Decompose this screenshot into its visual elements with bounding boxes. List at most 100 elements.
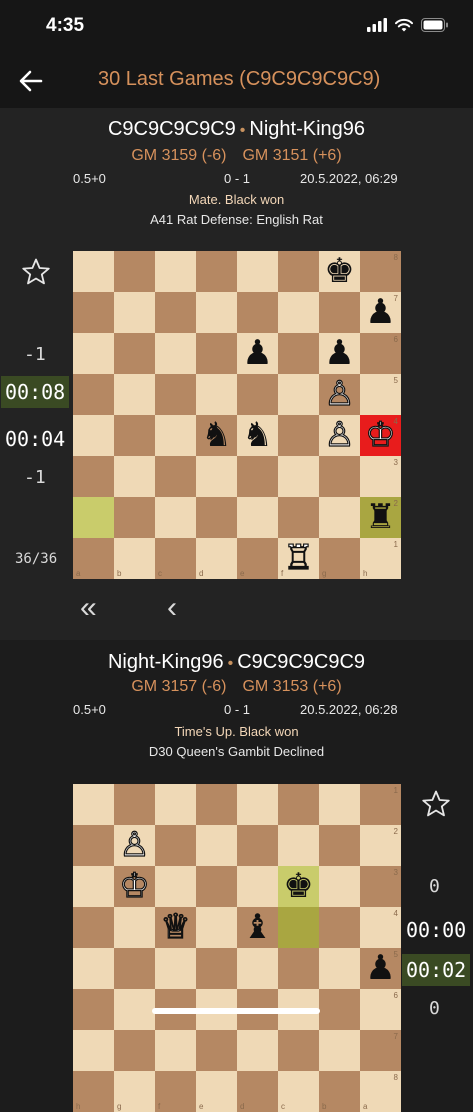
square-a1[interactable]: a <box>73 538 114 579</box>
square-g3[interactable] <box>319 456 360 497</box>
square-e8[interactable] <box>237 251 278 292</box>
chess-piece-d4[interactable]: ♞ <box>196 415 237 456</box>
previous-move-button[interactable]: ‹ <box>167 591 177 625</box>
square-g5[interactable]: ♙ <box>319 373 360 415</box>
square-a8[interactable] <box>73 251 114 292</box>
chess-board[interactable]: ♚ 8 7 ♟ ♟ ♟ 6 ♙ 5 ♞ ♞ ♙ 4 ♔ 3 2 ♜ a b c d e f ♖ g 1 h <box>73 251 401 579</box>
square-g3[interactable]: ♔ <box>114 865 155 907</box>
square-g7[interactable] <box>114 1030 155 1071</box>
square-c3[interactable] <box>155 456 196 497</box>
square-f4[interactable] <box>278 415 319 456</box>
square-h2[interactable]: 2 ♜ <box>360 497 401 538</box>
square-e4[interactable] <box>196 907 237 948</box>
square-a2[interactable]: 2 <box>360 825 401 866</box>
square-h3[interactable] <box>73 866 114 907</box>
square-h1[interactable]: 1h <box>360 538 401 579</box>
square-b4[interactable] <box>114 415 155 456</box>
square-g8[interactable]: g <box>114 1071 155 1112</box>
square-a7[interactable]: 7 <box>360 1030 401 1071</box>
chess-piece-e4[interactable]: ♞ <box>237 415 278 456</box>
square-a8[interactable]: 8a <box>360 1071 401 1112</box>
chess-piece-h2[interactable]: ♜ <box>360 497 401 538</box>
square-e6[interactable]: ♟ <box>237 333 278 374</box>
square-d5[interactable] <box>196 374 237 415</box>
square-h4[interactable] <box>73 907 114 948</box>
square-h8[interactable]: 8 <box>360 251 401 292</box>
chess-piece-h4[interactable]: ♔ <box>360 414 401 456</box>
square-f1[interactable] <box>155 784 196 825</box>
square-g8[interactable]: ♚ <box>319 251 360 292</box>
square-d4[interactable]: ♞ <box>196 415 237 456</box>
square-e5[interactable] <box>196 948 237 989</box>
square-c2[interactable] <box>155 497 196 538</box>
chess-piece-d4[interactable]: ♝ <box>237 907 278 948</box>
square-b6[interactable] <box>114 333 155 374</box>
first-move-button[interactable]: « <box>80 591 97 625</box>
square-f5[interactable] <box>278 374 319 415</box>
square-b5[interactable] <box>319 948 360 989</box>
square-g7[interactable] <box>319 292 360 333</box>
square-b2[interactable] <box>114 497 155 538</box>
square-e3[interactable] <box>196 866 237 907</box>
square-b4[interactable] <box>319 907 360 948</box>
square-c5[interactable] <box>278 948 319 989</box>
square-g2[interactable]: ♙ <box>114 824 155 866</box>
square-h6[interactable]: 6 <box>360 333 401 374</box>
square-a3[interactable] <box>73 456 114 497</box>
square-b8[interactable] <box>114 251 155 292</box>
square-g2[interactable] <box>319 497 360 538</box>
square-g1[interactable]: g <box>319 538 360 579</box>
square-d2[interactable] <box>237 825 278 866</box>
square-h5[interactable] <box>73 948 114 989</box>
square-e2[interactable] <box>196 825 237 866</box>
square-a3[interactable]: 3 <box>360 866 401 907</box>
square-e7[interactable] <box>196 1030 237 1071</box>
chess-piece-a5[interactable]: ♟ <box>360 948 401 989</box>
square-c8[interactable]: c <box>278 1071 319 1112</box>
square-f3[interactable] <box>155 866 196 907</box>
square-h4[interactable]: 4 ♔ <box>360 414 401 456</box>
square-b7[interactable] <box>114 292 155 333</box>
square-f7[interactable] <box>155 1030 196 1071</box>
square-e1[interactable]: e <box>237 538 278 579</box>
square-g4[interactable] <box>114 907 155 948</box>
square-c7[interactable] <box>155 292 196 333</box>
square-h8[interactable]: h <box>73 1071 114 1112</box>
square-f2[interactable] <box>278 497 319 538</box>
square-d6[interactable] <box>196 333 237 374</box>
chess-piece-g2[interactable]: ♙ <box>114 824 155 866</box>
square-d1[interactable]: d <box>196 538 237 579</box>
square-f6[interactable] <box>278 333 319 374</box>
square-f8[interactable]: f <box>155 1071 196 1112</box>
square-h2[interactable] <box>73 825 114 866</box>
square-d8[interactable]: d <box>237 1071 278 1112</box>
square-d8[interactable] <box>196 251 237 292</box>
square-b8[interactable]: b <box>319 1071 360 1112</box>
square-c8[interactable] <box>155 251 196 292</box>
favorite-star-icon[interactable] <box>21 257 51 287</box>
square-c4[interactable] <box>155 415 196 456</box>
square-d7[interactable] <box>196 292 237 333</box>
square-d1[interactable] <box>237 784 278 825</box>
square-a1[interactable]: 1 <box>360 784 401 825</box>
square-c1[interactable] <box>278 784 319 825</box>
chess-piece-g6[interactable]: ♟ <box>319 333 360 374</box>
square-d3[interactable] <box>196 456 237 497</box>
square-e3[interactable] <box>237 456 278 497</box>
square-b1[interactable]: b <box>114 538 155 579</box>
square-h7[interactable] <box>73 1030 114 1071</box>
square-c3[interactable]: ♚ <box>278 866 319 907</box>
square-c7[interactable] <box>278 1030 319 1071</box>
chess-piece-e6[interactable]: ♟ <box>237 333 278 374</box>
chess-piece-h7[interactable]: ♟ <box>360 292 401 333</box>
square-f1[interactable]: f ♖ <box>278 537 319 579</box>
square-f2[interactable] <box>155 825 196 866</box>
square-d2[interactable] <box>196 497 237 538</box>
chess-piece-g4[interactable]: ♙ <box>319 414 360 456</box>
square-b1[interactable] <box>319 784 360 825</box>
chess-piece-f1[interactable]: ♖ <box>278 537 319 579</box>
square-d5[interactable] <box>237 948 278 989</box>
square-a4[interactable]: 4 <box>360 907 401 948</box>
square-a5[interactable] <box>73 374 114 415</box>
square-f4[interactable]: ♕ <box>155 906 196 948</box>
